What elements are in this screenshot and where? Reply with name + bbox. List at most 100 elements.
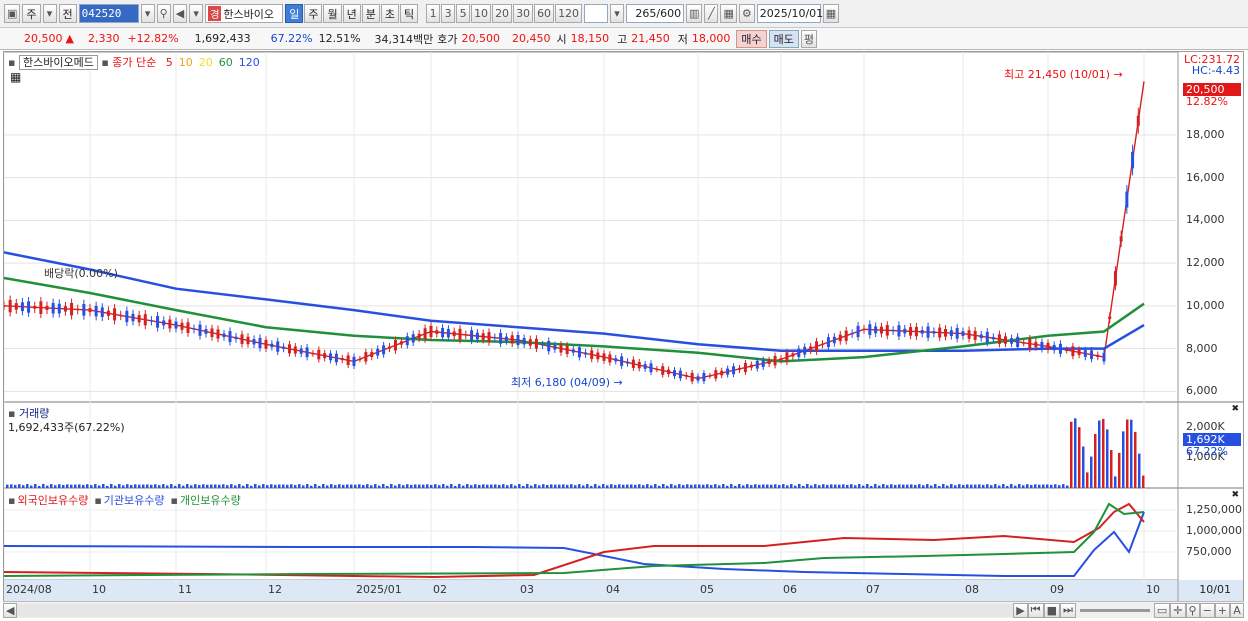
grid-table-icon[interactable]: ▦ (10, 70, 21, 84)
interval-input[interactable] (584, 4, 609, 23)
tab-period-0[interactable]: 일 (285, 4, 304, 23)
volume-bar (738, 484, 741, 488)
high-price: 21,450 (631, 32, 670, 45)
prev-button[interactable]: 전 (58, 4, 77, 23)
volume-bar (798, 484, 801, 488)
stock-title-label[interactable]: 한스바이오메드 (18, 55, 98, 70)
volume-bar (506, 485, 509, 488)
volume-bar (962, 484, 965, 488)
candle-body (678, 370, 682, 379)
volume-bar (646, 484, 649, 488)
candle-body (405, 336, 409, 346)
search-icon[interactable]: ⚲ (156, 4, 171, 23)
interval-button-60[interactable]: 60 (534, 4, 555, 23)
volume-bar (150, 484, 153, 488)
gear-icon[interactable]: ⚙ (738, 4, 755, 23)
scroll-track[interactable] (17, 603, 1014, 617)
crosshair-icon[interactable]: ✛ (1170, 602, 1186, 618)
tab-period-1[interactable]: 주 (304, 4, 323, 23)
candle-body (63, 306, 67, 312)
candle-body (743, 362, 747, 373)
stop-icon[interactable]: ■ (1043, 602, 1060, 618)
chart-area[interactable]: ▪ 한스바이오메드 ▪ 종가 단순 5 10 20 60 120 ▦ LC:231.72… (3, 51, 1244, 602)
search-zoom-icon[interactable]: ⚲ (1185, 602, 1200, 618)
count-input[interactable]: 265/600 (626, 4, 685, 23)
pane-close-icon[interactable]: ✖ (1231, 490, 1239, 500)
volume-bar (242, 485, 245, 488)
interval-button-1[interactable]: 1 (426, 4, 441, 23)
sell-button[interactable]: 매도 (768, 29, 799, 48)
date-input[interactable]: 2025/10/01 (756, 4, 823, 23)
chart-type-icon[interactable]: ▥ (686, 4, 703, 23)
chart-canvas[interactable] (4, 52, 1243, 601)
candle-body (738, 367, 741, 370)
volume-bar (674, 485, 677, 488)
text-tool-icon[interactable]: A (1230, 602, 1244, 618)
tab-period-5[interactable]: 초 (380, 4, 399, 23)
speaker-dropdown-icon[interactable]: ▾ (189, 4, 204, 23)
candle-body (596, 352, 600, 360)
candle-body (773, 355, 777, 366)
volume-bar (706, 484, 709, 488)
buy-button[interactable]: 매수 (736, 29, 767, 48)
bottom-scrollbar[interactable]: ◀ ▶ ⏮ ■ ⏭ ▭ ✛ ⚲ − + A (3, 601, 1244, 618)
stock-name-box[interactable]: 경 한스바이오 (205, 4, 284, 23)
interval-button-120[interactable]: 120 (555, 4, 583, 23)
volume-bar (118, 484, 121, 488)
interval-button-30[interactable]: 30 (513, 4, 534, 23)
interval-dropdown-icon[interactable]: ▾ (610, 4, 625, 23)
volume-bar (34, 484, 37, 488)
interval-button-20[interactable]: 20 (492, 4, 513, 23)
volume-bar (1074, 418, 1077, 488)
ma-period-120: 120 (238, 56, 260, 69)
candle-body (620, 356, 624, 366)
pane-close-icon[interactable]: ✖ (1231, 404, 1239, 414)
rewind-icon[interactable]: ⏮ (1027, 602, 1044, 618)
candle-body (1016, 336, 1020, 347)
avg-button[interactable]: 평 (800, 29, 818, 48)
window-menu-icon[interactable]: ▣ (4, 4, 21, 23)
candle-body (346, 355, 350, 366)
zoom-slider[interactable] (1079, 608, 1150, 612)
candle-body (493, 337, 497, 339)
candle-body (797, 348, 801, 357)
candle-body (684, 374, 688, 377)
candle-body (352, 356, 356, 366)
zoom-out-icon[interactable]: − (1199, 602, 1215, 618)
fast-forward-icon[interactable]: ⏭ (1059, 602, 1076, 618)
code-dropdown-icon[interactable]: ▾ (140, 4, 155, 23)
price-ytick: 16,000 (1186, 170, 1225, 184)
candle-body (1077, 349, 1081, 355)
play-icon[interactable]: ▶ (1013, 602, 1028, 618)
candle-body (358, 359, 362, 361)
volume-bar (406, 484, 409, 488)
volume-bar (122, 485, 125, 488)
tab-period-2[interactable]: 월 (323, 4, 342, 23)
volume-bar (662, 484, 665, 488)
drawing-tool-icon[interactable]: ╱ (704, 4, 719, 23)
interval-button-5[interactable]: 5 (456, 4, 471, 23)
volume-bar (958, 484, 961, 488)
volume-bar (210, 484, 213, 488)
volume-bar (902, 484, 905, 488)
stock-code-input[interactable]: 042520 (78, 4, 139, 23)
tab-period-3[interactable]: 년 (342, 4, 361, 23)
interval-button-10[interactable]: 10 (471, 4, 492, 23)
candle-body (76, 308, 80, 311)
type-dropdown-icon[interactable]: ▾ (42, 4, 57, 23)
type-select[interactable]: 주 (22, 4, 41, 23)
volume-bar (874, 484, 877, 488)
zoom-in-icon[interactable]: + (1214, 602, 1230, 618)
quote-bar: 20,500 ▲ 2,330 +12.82% 1,692,433 67.22% … (0, 28, 1248, 50)
view-mode-icon[interactable]: ▭ (1153, 602, 1171, 618)
calendar-icon[interactable]: ▦ (822, 4, 840, 23)
save-icon[interactable]: ▦ (720, 4, 737, 23)
candle-body (1131, 151, 1135, 169)
tab-period-6[interactable]: 틱 (399, 4, 419, 23)
tab-period-4[interactable]: 분 (361, 4, 380, 23)
volume-bar (682, 485, 685, 488)
interval-button-3[interactable]: 3 (441, 4, 456, 23)
speaker-icon[interactable]: ◀ (172, 4, 188, 23)
volume-bar (538, 485, 541, 488)
scroll-left-icon[interactable]: ◀ (3, 602, 18, 618)
